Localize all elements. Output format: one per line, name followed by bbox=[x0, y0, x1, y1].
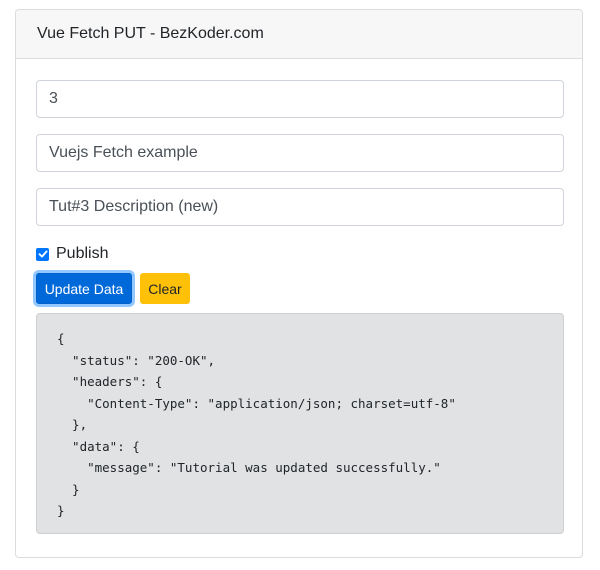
publish-checkbox[interactable] bbox=[36, 247, 49, 261]
result-json: { "status": "200-OK", "headers": { "Cont… bbox=[36, 313, 564, 534]
publish-label[interactable]: Publish bbox=[56, 245, 108, 263]
clear-button[interactable]: Clear bbox=[140, 273, 190, 304]
update-data-button[interactable]: Update Data bbox=[36, 273, 132, 304]
fetch-put-card: Vue Fetch PUT - BezKoder.com Publish Upd… bbox=[15, 9, 583, 558]
publish-row: Publish bbox=[36, 243, 108, 265]
id-input[interactable] bbox=[36, 80, 564, 118]
card-header: Vue Fetch PUT - BezKoder.com bbox=[16, 10, 582, 59]
checkmark-icon bbox=[38, 250, 47, 258]
title-input[interactable] bbox=[36, 134, 564, 172]
description-input[interactable] bbox=[36, 188, 564, 226]
card-title: Vue Fetch PUT - BezKoder.com bbox=[37, 25, 264, 42]
